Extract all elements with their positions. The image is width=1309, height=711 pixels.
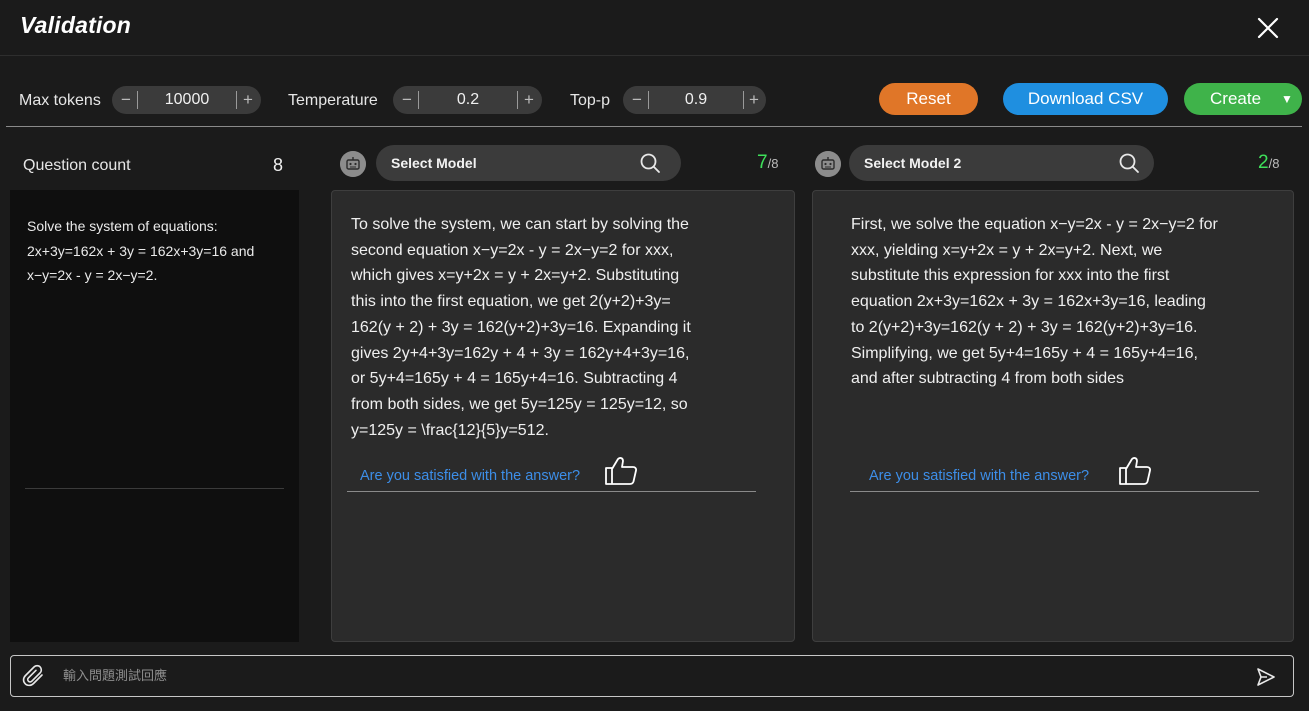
model-1-robot-icon: [340, 151, 366, 177]
thumbs-up-icon[interactable]: [1118, 456, 1152, 486]
model-1-name: Select Model: [391, 155, 477, 171]
top-p-stepper: − 0.9 +: [623, 86, 766, 114]
max-tokens-decrement-button[interactable]: −: [114, 86, 138, 114]
model-2-answer-divider: [850, 491, 1259, 492]
paperclip-icon[interactable]: [22, 664, 46, 688]
dropdown-caret-icon[interactable]: ▼: [1281, 83, 1293, 115]
page-title: Validation: [20, 12, 132, 38]
create-button[interactable]: Create ▼: [1184, 83, 1302, 115]
search-icon[interactable]: [1118, 152, 1140, 174]
max-tokens-value[interactable]: 10000: [138, 86, 236, 114]
max-tokens-label: Max tokens: [19, 92, 101, 109]
model-1-answer-text: To solve the system, we can start by sol…: [351, 216, 691, 439]
top-p-label: Top-p: [570, 92, 611, 109]
model-2-name: Select Model 2: [864, 155, 962, 171]
model-1-answer-panel: To solve the system, we can start by sol…: [331, 190, 795, 642]
model-1-answer-divider: [347, 491, 756, 492]
create-button-label: Create: [1210, 89, 1262, 108]
toolbar-divider: [6, 126, 1302, 127]
model-2-score: 2/8: [1258, 152, 1279, 174]
model-1-satisfaction-question: Are you satisfied with the answer?: [360, 468, 581, 484]
top-p-decrement-button[interactable]: −: [625, 86, 649, 114]
model-2-robot-icon: [815, 151, 841, 177]
max-tokens-increment-button[interactable]: +: [236, 86, 260, 114]
temperature-label: Temperature: [288, 92, 378, 109]
model-2-answer-text: First, we solve the equation x−y=2x - y …: [851, 216, 1218, 388]
search-icon[interactable]: [639, 152, 661, 174]
temperature-decrement-button[interactable]: −: [395, 86, 419, 114]
model-1-score: 7/8: [757, 152, 778, 174]
model-2-answer-panel: First, we solve the equation x−y=2x - y …: [812, 190, 1294, 642]
question-text: Solve the system of equations: 2x+3y=162…: [27, 218, 255, 283]
model-2-score-total: /8: [1268, 156, 1280, 171]
top-p-value[interactable]: 0.9: [649, 86, 743, 114]
max-tokens-stepper: − 10000 +: [112, 86, 261, 114]
header-bar: Validation: [0, 0, 1309, 56]
temperature-stepper: − 0.2 +: [393, 86, 542, 114]
model-1-score-total: /8: [767, 156, 779, 171]
top-p-increment-button[interactable]: +: [742, 86, 766, 114]
question-count-value: 8: [273, 155, 284, 175]
question-count-label: Question count: [23, 157, 131, 174]
close-icon[interactable]: [1254, 14, 1282, 42]
model-2-satisfaction-question: Are you satisfied with the answer?: [869, 468, 1090, 484]
temperature-increment-button[interactable]: +: [517, 86, 541, 114]
reset-button[interactable]: Reset: [879, 83, 978, 115]
chat-input[interactable]: [63, 662, 1233, 690]
download-csv-button[interactable]: Download CSV: [1003, 83, 1168, 115]
model-2-select[interactable]: Select Model 2: [849, 145, 1154, 181]
model-1-select[interactable]: Select Model: [376, 145, 681, 181]
question-panel: Solve the system of equations: 2x+3y=162…: [10, 190, 299, 642]
question-divider: [25, 488, 284, 489]
send-icon[interactable]: [1254, 665, 1278, 689]
thumbs-up-icon[interactable]: [604, 456, 638, 486]
temperature-value[interactable]: 0.2: [419, 86, 517, 114]
model-2-score-value: 2: [1258, 152, 1269, 173]
model-1-score-value: 7: [757, 152, 768, 173]
chat-input-bar: [10, 655, 1294, 697]
